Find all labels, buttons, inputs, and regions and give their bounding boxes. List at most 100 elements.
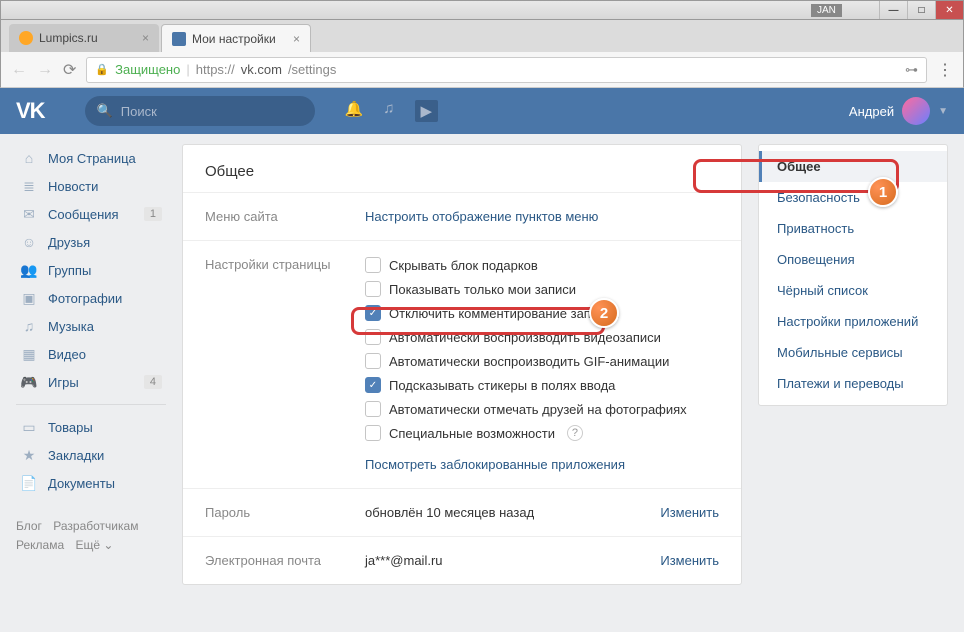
checkbox[interactable] — [365, 257, 381, 273]
checkbox-row[interactable]: Автоматически отмечать друзей на фотогра… — [365, 401, 719, 417]
nav-item[interactable]: ≣ Новости — [16, 172, 166, 200]
nav-icon: ⌂ — [20, 150, 38, 166]
search-input[interactable]: 🔍 Поиск — [85, 96, 315, 126]
checkbox-row[interactable]: Специальные возможности? — [365, 425, 719, 441]
forward-button[interactable]: → — [37, 61, 53, 79]
system-user-tag: JAN — [811, 4, 842, 17]
footer-dev[interactable]: Разработчикам — [53, 519, 138, 533]
nav-label: Товары — [48, 420, 93, 435]
reload-button[interactable]: ⟳ — [63, 60, 76, 80]
checkbox-row[interactable]: Показывать только мои записи — [365, 281, 719, 297]
close-icon[interactable]: × — [293, 32, 300, 46]
nav-item[interactable]: 🎮Игры4 — [16, 368, 166, 396]
settings-tab[interactable]: Чёрный список — [759, 275, 947, 306]
maximize-button[interactable]: □ — [907, 1, 935, 19]
nav-item[interactable]: ▭ Товары — [16, 413, 166, 441]
nav-item[interactable]: 👥Группы — [16, 256, 166, 284]
url-scheme: https:// — [196, 62, 235, 77]
checkbox[interactable] — [365, 353, 381, 369]
nav-item[interactable]: ▣Фотографии — [16, 284, 166, 312]
settings-tabs: ОбщееБезопасностьПриватностьОповещенияЧё… — [758, 144, 948, 406]
settings-content: Общее Меню сайта Настроить отображение п… — [182, 144, 742, 585]
nav-item[interactable]: ☺ Друзья — [16, 228, 166, 256]
settings-tab[interactable]: Мобильные сервисы — [759, 337, 947, 368]
nav-item[interactable]: ▦Видео — [16, 340, 166, 368]
url-input[interactable]: 🔒 Защищено | https://vk.com/settings ⊶ — [86, 57, 927, 83]
password-value: обновлён 10 месяцев назад — [365, 505, 534, 520]
nav-item[interactable]: ✉Сообщения1 — [16, 200, 166, 228]
close-icon[interactable]: × — [142, 31, 149, 45]
help-icon[interactable]: ? — [567, 425, 583, 441]
header-user-menu[interactable]: Андрей ▼ — [849, 97, 948, 125]
nav-icon: ▭ — [20, 419, 38, 436]
nav-label: Новости — [48, 179, 98, 194]
configure-menu-link[interactable]: Настроить отображение пунктов меню — [365, 209, 598, 224]
play-icon[interactable]: ▶ — [415, 100, 439, 122]
nav-item[interactable]: ♫Музыка — [16, 312, 166, 340]
checkbox-row[interactable]: Автоматически воспроизводить GIF-анимаци… — [365, 353, 719, 369]
window-titlebar: JAN — □ ✕ — [0, 0, 964, 20]
page-title: Общее — [183, 145, 741, 192]
username: Андрей — [849, 104, 894, 119]
section-label: Пароль — [205, 505, 345, 520]
blocked-apps-link[interactable]: Посмотреть заблокированные приложения — [365, 457, 625, 472]
section-email: Электронная почта ja***@mail.ru Изменить — [183, 536, 741, 584]
key-icon[interactable]: ⊶ — [905, 62, 918, 78]
checkbox[interactable] — [365, 329, 381, 345]
nav-label: Сообщения — [48, 207, 119, 222]
tab-vk-settings[interactable]: Мои настройки × — [161, 24, 311, 52]
change-email-link[interactable]: Изменить — [660, 553, 719, 568]
section-label: Электронная почта — [205, 553, 345, 568]
checkbox-row[interactable]: ✓Подсказывать стикеры в полях ввода — [365, 377, 719, 393]
checkbox[interactable]: ✓ — [365, 377, 381, 393]
settings-tab[interactable]: Платежи и переводы — [759, 368, 947, 399]
minimize-button[interactable]: — — [879, 1, 907, 19]
checkbox[interactable] — [365, 281, 381, 297]
back-button[interactable]: ← — [11, 61, 27, 79]
tab-lumpics[interactable]: Lumpics.ru × — [9, 24, 159, 52]
footer-links: Блог Разработчикам Реклама Ещё ⌄ — [16, 517, 166, 555]
footer-more[interactable]: Ещё ⌄ — [75, 538, 113, 552]
checkbox-row[interactable]: ✓ Отключить комментирование записей — [365, 305, 719, 321]
checkbox-label: Скрывать блок подарков — [389, 258, 538, 273]
footer-ads[interactable]: Реклама — [16, 538, 64, 552]
checkbox[interactable] — [365, 425, 381, 441]
browser-menu-button[interactable]: ⋮ — [937, 60, 953, 80]
checkbox-row[interactable]: Автоматически воспроизводить видеозаписи — [365, 329, 719, 345]
checkbox-row[interactable]: Скрывать блок подарков — [365, 257, 719, 273]
tab-label: Lumpics.ru — [39, 31, 98, 45]
settings-tab[interactable]: Общее — [759, 151, 947, 182]
bell-icon[interactable]: 🔔 — [345, 100, 364, 122]
favicon-lumpics — [19, 31, 33, 45]
settings-tab[interactable]: Оповещения — [759, 244, 947, 275]
checkbox[interactable] — [365, 401, 381, 417]
footer-blog[interactable]: Блог — [16, 519, 42, 533]
change-password-link[interactable]: Изменить — [660, 505, 719, 520]
avatar — [902, 97, 930, 125]
checkbox-label: Специальные возможности — [389, 426, 555, 441]
nav-label: Документы — [48, 476, 115, 491]
vk-logo[interactable]: VK — [16, 98, 45, 124]
nav-item[interactable]: ⌂Моя Страница — [16, 144, 166, 172]
secure-label: Защищено — [115, 62, 180, 77]
checkbox[interactable]: ✓ — [365, 305, 381, 321]
nav-icon: ≣ — [20, 178, 38, 195]
nav-icon: ☺ — [20, 234, 38, 250]
checkbox-label: Отключить комментирование записей — [389, 306, 619, 321]
url-host: vk.com — [241, 62, 282, 77]
nav-icon: ▦ — [20, 346, 38, 363]
close-button[interactable]: ✕ — [935, 1, 963, 19]
nav-item[interactable]: ★Закладки — [16, 441, 166, 469]
callout-2-badge: 2 — [589, 298, 619, 328]
settings-tab[interactable]: Безопасность — [759, 182, 947, 213]
section-password: Пароль обновлён 10 месяцев назад Изменит… — [183, 488, 741, 536]
nav-icon: 👥 — [20, 262, 38, 279]
nav-item[interactable]: 📄Документы — [16, 469, 166, 497]
nav-label: Друзья — [48, 235, 90, 250]
settings-tab[interactable]: Настройки приложений — [759, 306, 947, 337]
tab-label: Мои настройки — [192, 32, 276, 46]
settings-tab[interactable]: Приватность — [759, 213, 947, 244]
search-icon: 🔍 — [97, 103, 113, 119]
music-icon[interactable]: ♫ — [383, 100, 394, 122]
checkbox-label: Автоматически отмечать друзей на фотогра… — [389, 402, 687, 417]
